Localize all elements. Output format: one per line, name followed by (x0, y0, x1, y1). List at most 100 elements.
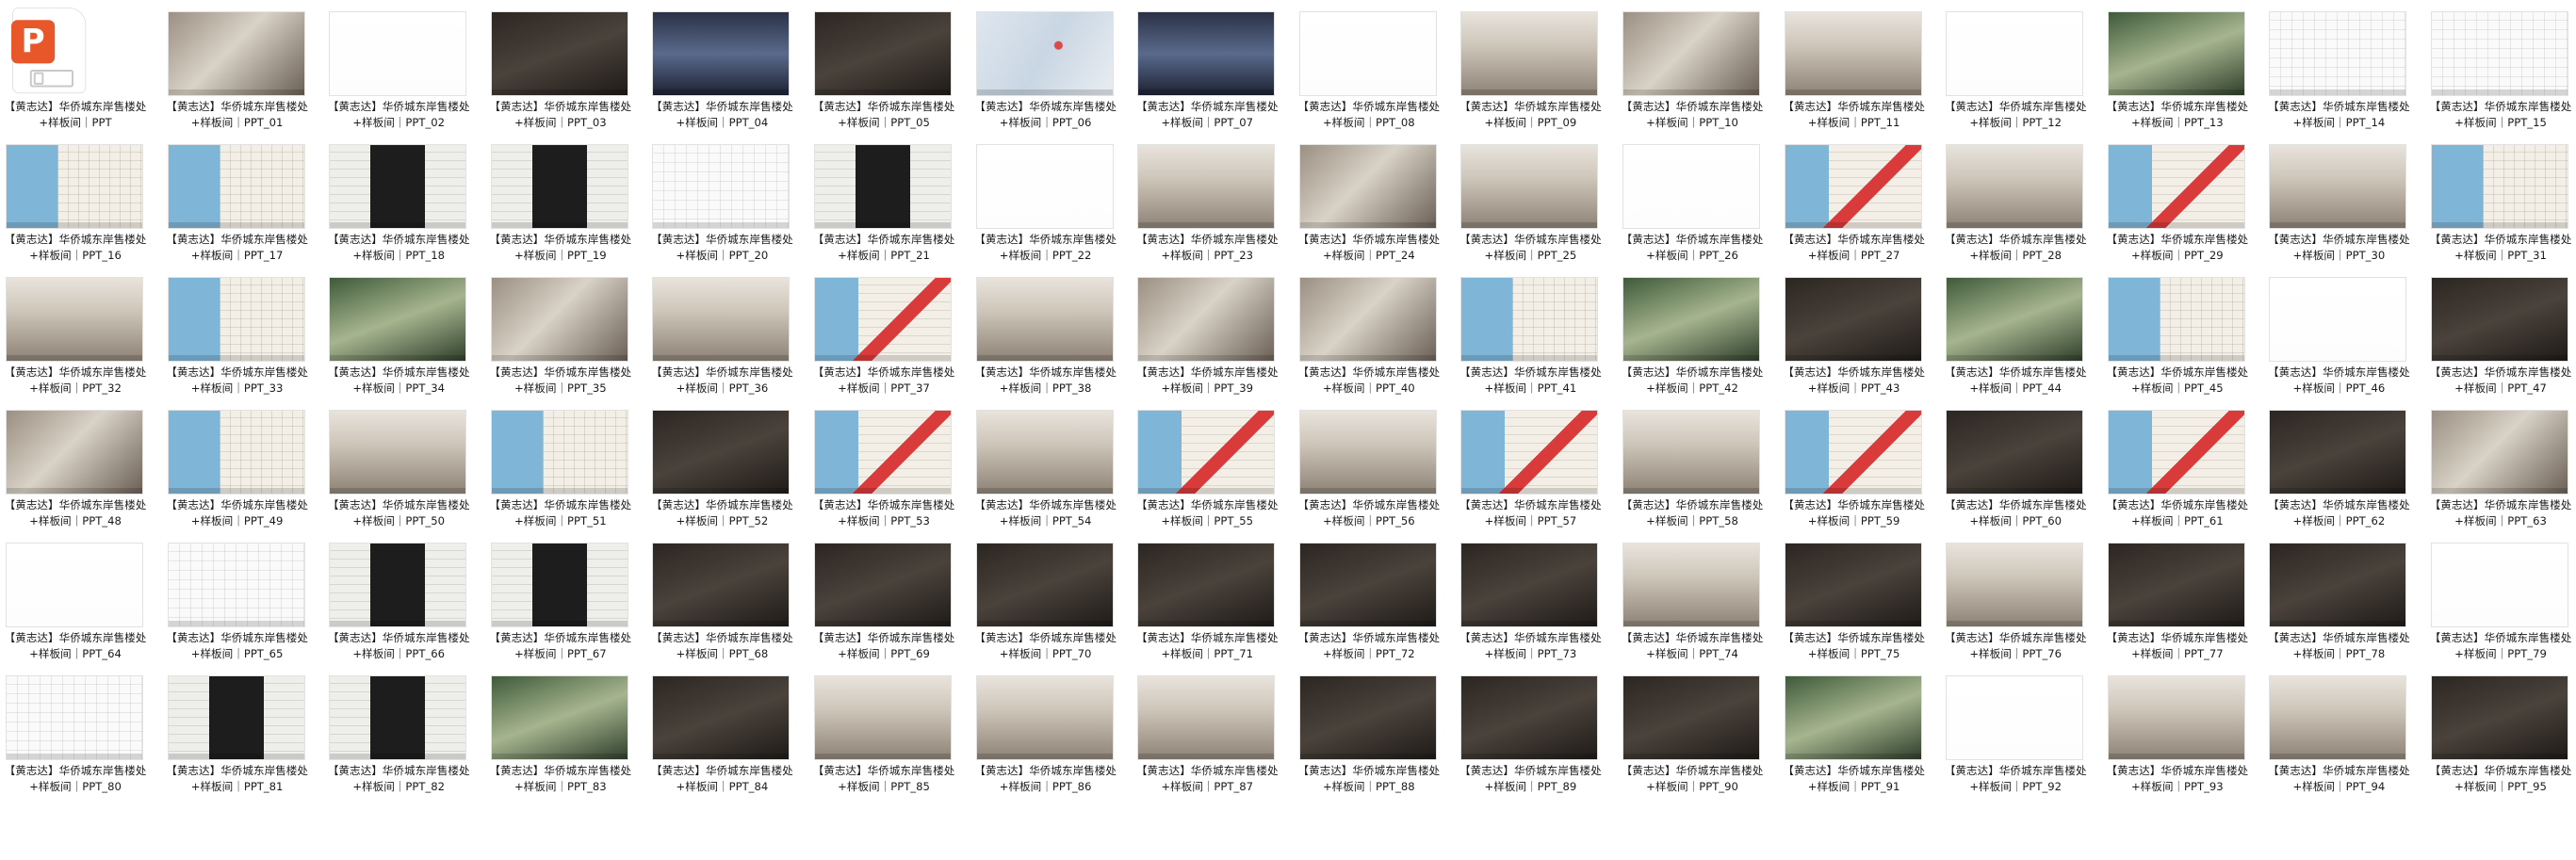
slide-thumbnail (1137, 11, 1276, 96)
file-item-slide[interactable]: 【黄志达】华侨城东岸售楼处+样板间｜PPT_94 (2265, 672, 2427, 804)
file-item-slide[interactable]: 【黄志达】华侨城东岸售楼处+样板间｜PPT_14 (2265, 8, 2427, 140)
file-item-slide[interactable]: 【黄志达】华侨城东岸售楼处+样板间｜PPT_79 (2427, 539, 2576, 672)
file-item-slide[interactable]: 【黄志达】华侨城东岸售楼处+样板间｜PPT_62 (2265, 406, 2427, 539)
file-item-slide[interactable]: 【黄志达】华侨城东岸售楼处+样板间｜PPT_60 (1942, 406, 2104, 539)
file-item-slide[interactable]: 【黄志达】华侨城东岸售楼处+样板间｜PPT_15 (2427, 8, 2576, 140)
file-item-slide[interactable]: 【黄志达】华侨城东岸售楼处+样板间｜PPT_81 (164, 672, 326, 804)
file-item-slide[interactable]: 【黄志达】华侨城东岸售楼处+样板间｜PPT_27 (1781, 140, 1943, 273)
file-item-slide[interactable]: 【黄志达】华侨城东岸售楼处+样板间｜PPT_36 (648, 273, 810, 406)
file-item-slide[interactable]: 【黄志达】华侨城东岸售楼处+样板间｜PPT_17 (164, 140, 326, 273)
file-item-slide[interactable]: 【黄志达】华侨城东岸售楼处+样板间｜PPT_95 (2427, 672, 2576, 804)
file-item-slide[interactable]: 【黄志达】华侨城东岸售楼处+样板间｜PPT_80 (2, 672, 164, 804)
file-item-slide[interactable]: 【黄志达】华侨城东岸售楼处+样板间｜PPT_83 (487, 672, 649, 804)
file-item-slide[interactable]: 【黄志达】华侨城东岸售楼处+样板间｜PPT_84 (648, 672, 810, 804)
file-item-slide[interactable]: 【黄志达】华侨城东岸售楼处+样板间｜PPT_82 (325, 672, 487, 804)
file-item-slide[interactable]: 【黄志达】华侨城东岸售楼处+样板间｜PPT_41 (1457, 273, 1619, 406)
file-item-slide[interactable]: 【黄志达】华侨城东岸售楼处+样板间｜PPT_89 (1457, 672, 1619, 804)
file-item-slide[interactable]: 【黄志达】华侨城东岸售楼处+样板间｜PPT_23 (1133, 140, 1296, 273)
slide-thumbnail (975, 144, 1114, 229)
file-item-slide[interactable]: 【黄志达】华侨城东岸售楼处+样板间｜PPT_66 (325, 539, 487, 672)
file-item-slide[interactable]: 【黄志达】华侨城东岸售楼处+样板间｜PPT_55 (1133, 406, 1296, 539)
file-item-slide[interactable]: 【黄志达】华侨城东岸售楼处+样板间｜PPT_20 (648, 140, 810, 273)
file-item-slide[interactable]: 【黄志达】华侨城东岸售楼处+样板间｜PPT_61 (2104, 406, 2266, 539)
file-item-slide[interactable]: 【黄志达】华侨城东岸售楼处+样板间｜PPT_59 (1781, 406, 1943, 539)
file-item-slide[interactable]: 【黄志达】华侨城东岸售楼处+样板间｜PPT_07 (1133, 8, 1296, 140)
file-item-slide[interactable]: 【黄志达】华侨城东岸售楼处+样板间｜PPT_71 (1133, 539, 1296, 672)
file-item-slide[interactable]: 【黄志达】华侨城东岸售楼处+样板间｜PPT_04 (648, 8, 810, 140)
file-item-slide[interactable]: 【黄志达】华侨城东岸售楼处+样板间｜PPT_48 (2, 406, 164, 539)
file-item-slide[interactable]: 【黄志达】华侨城东岸售楼处+样板间｜PPT_39 (1133, 273, 1296, 406)
file-item-slide[interactable]: 【黄志达】华侨城东岸售楼处+样板间｜PPT_90 (1619, 672, 1781, 804)
file-item-slide[interactable]: 【黄志达】华侨城东岸售楼处+样板间｜PPT_05 (810, 8, 972, 140)
file-item-slide[interactable]: 【黄志达】华侨城东岸售楼处+样板间｜PPT_01 (164, 8, 326, 140)
file-item-slide[interactable]: 【黄志达】华侨城东岸售楼处+样板间｜PPT_75 (1781, 539, 1943, 672)
file-item-slide[interactable]: 【黄志达】华侨城东岸售楼处+样板间｜PPT_35 (487, 273, 649, 406)
slide-thumbnail (652, 11, 791, 96)
file-item-slide[interactable]: 【黄志达】华侨城东岸售楼处+样板间｜PPT_73 (1457, 539, 1619, 672)
file-item-slide[interactable]: 【黄志达】华侨城东岸售楼处+样板间｜PPT_47 (2427, 273, 2576, 406)
file-item-slide[interactable]: 【黄志达】华侨城东岸售楼处+样板间｜PPT_43 (1781, 273, 1943, 406)
file-item-slide[interactable]: 【黄志达】华侨城东岸售楼处+样板间｜PPT_86 (972, 672, 1134, 804)
file-item-slide[interactable]: 【黄志达】华侨城东岸售楼处+样板间｜PPT_06 (972, 8, 1134, 140)
file-item-slide[interactable]: 【黄志达】华侨城东岸售楼处+样板间｜PPT_12 (1942, 8, 2104, 140)
file-item-slide[interactable]: 【黄志达】华侨城东岸售楼处+样板间｜PPT_50 (325, 406, 487, 539)
file-item-slide[interactable]: 【黄志达】华侨城东岸售楼处+样板间｜PPT_53 (810, 406, 972, 539)
file-item-slide[interactable]: 【黄志达】华侨城东岸售楼处+样板间｜PPT_72 (1296, 539, 1458, 672)
file-item-slide[interactable]: 【黄志达】华侨城东岸售楼处+样板间｜PPT_93 (2104, 672, 2266, 804)
file-item-slide[interactable]: 【黄志达】华侨城东岸售楼处+样板间｜PPT_78 (2265, 539, 2427, 672)
file-item-slide[interactable]: 【黄志达】华侨城东岸售楼处+样板间｜PPT_76 (1942, 539, 2104, 672)
file-item-slide[interactable]: 【黄志达】华侨城东岸售楼处+样板间｜PPT_30 (2265, 140, 2427, 273)
file-item-slide[interactable]: 【黄志达】华侨城东岸售楼处+样板间｜PPT_68 (648, 539, 810, 672)
file-item-slide[interactable]: 【黄志达】华侨城东岸售楼处+样板间｜PPT_65 (164, 539, 326, 672)
file-item-slide[interactable]: 【黄志达】华侨城东岸售楼处+样板间｜PPT_34 (325, 273, 487, 406)
file-item-slide[interactable]: 【黄志达】华侨城东岸售楼处+样板间｜PPT_40 (1296, 273, 1458, 406)
file-item-slide[interactable]: 【黄志达】华侨城东岸售楼处+样板间｜PPT_32 (2, 273, 164, 406)
file-item-slide[interactable]: 【黄志达】华侨城东岸售楼处+样板间｜PPT_03 (487, 8, 649, 140)
file-item-slide[interactable]: 【黄志达】华侨城东岸售楼处+样板间｜PPT_31 (2427, 140, 2576, 273)
file-item-slide[interactable]: 【黄志达】华侨城东岸售楼处+样板间｜PPT_70 (972, 539, 1134, 672)
file-item-slide[interactable]: 【黄志达】华侨城东岸售楼处+样板间｜PPT_88 (1296, 672, 1458, 804)
file-item-ppt[interactable]: P 【黄志达】华侨城东岸售楼处+样板间｜PPT (2, 8, 164, 140)
file-item-slide[interactable]: 【黄志达】华侨城东岸售楼处+样板间｜PPT_42 (1619, 273, 1781, 406)
file-item-slide[interactable]: 【黄志达】华侨城东岸售楼处+样板间｜PPT_18 (325, 140, 487, 273)
file-item-slide[interactable]: 【黄志达】华侨城东岸售楼处+样板间｜PPT_46 (2265, 273, 2427, 406)
file-item-slide[interactable]: 【黄志达】华侨城东岸售楼处+样板间｜PPT_52 (648, 406, 810, 539)
file-item-slide[interactable]: 【黄志达】华侨城东岸售楼处+样板间｜PPT_54 (972, 406, 1134, 539)
file-name-label: 【黄志达】华侨城东岸售楼处+样板间｜PPT_92 (1944, 764, 2087, 793)
file-item-slide[interactable]: 【黄志达】华侨城东岸售楼处+样板间｜PPT_37 (810, 273, 972, 406)
file-item-slide[interactable]: 【黄志达】华侨城东岸售楼处+样板间｜PPT_22 (972, 140, 1134, 273)
file-item-slide[interactable]: 【黄志达】华侨城东岸售楼处+样板间｜PPT_16 (2, 140, 164, 273)
file-item-slide[interactable]: 【黄志达】华侨城东岸售楼处+样板间｜PPT_51 (487, 406, 649, 539)
file-item-slide[interactable]: 【黄志达】华侨城东岸售楼处+样板间｜PPT_38 (972, 273, 1134, 406)
file-item-slide[interactable]: 【黄志达】华侨城东岸售楼处+样板间｜PPT_24 (1296, 140, 1458, 273)
file-item-slide[interactable]: 【黄志达】华侨城东岸售楼处+样板间｜PPT_02 (325, 8, 487, 140)
file-item-slide[interactable]: 【黄志达】华侨城东岸售楼处+样板间｜PPT_67 (487, 539, 649, 672)
file-item-slide[interactable]: 【黄志达】华侨城东岸售楼处+样板间｜PPT_91 (1781, 672, 1943, 804)
file-item-slide[interactable]: 【黄志达】华侨城东岸售楼处+样板间｜PPT_58 (1619, 406, 1781, 539)
file-item-slide[interactable]: 【黄志达】华侨城东岸售楼处+样板间｜PPT_56 (1296, 406, 1458, 539)
file-item-slide[interactable]: 【黄志达】华侨城东岸售楼处+样板间｜PPT_77 (2104, 539, 2266, 672)
file-item-slide[interactable]: 【黄志达】华侨城东岸售楼处+样板间｜PPT_63 (2427, 406, 2576, 539)
file-item-slide[interactable]: 【黄志达】华侨城东岸售楼处+样板间｜PPT_26 (1619, 140, 1781, 273)
file-item-slide[interactable]: 【黄志达】华侨城东岸售楼处+样板间｜PPT_57 (1457, 406, 1619, 539)
file-item-slide[interactable]: 【黄志达】华侨城东岸售楼处+样板间｜PPT_10 (1619, 8, 1781, 140)
file-item-slide[interactable]: 【黄志达】华侨城东岸售楼处+样板间｜PPT_64 (2, 539, 164, 672)
file-item-slide[interactable]: 【黄志达】华侨城东岸售楼处+样板间｜PPT_33 (164, 273, 326, 406)
file-item-slide[interactable]: 【黄志达】华侨城东岸售楼处+样板间｜PPT_28 (1942, 140, 2104, 273)
file-item-slide[interactable]: 【黄志达】华侨城东岸售楼处+样板间｜PPT_29 (2104, 140, 2266, 273)
file-item-slide[interactable]: 【黄志达】华侨城东岸售楼处+样板间｜PPT_09 (1457, 8, 1619, 140)
file-item-slide[interactable]: 【黄志达】华侨城东岸售楼处+样板间｜PPT_45 (2104, 273, 2266, 406)
file-item-slide[interactable]: 【黄志达】华侨城东岸售楼处+样板间｜PPT_13 (2104, 8, 2266, 140)
file-item-slide[interactable]: 【黄志达】华侨城东岸售楼处+样板间｜PPT_44 (1942, 273, 2104, 406)
file-item-slide[interactable]: 【黄志达】华侨城东岸售楼处+样板间｜PPT_25 (1457, 140, 1619, 273)
file-item-slide[interactable]: 【黄志达】华侨城东岸售楼处+样板间｜PPT_08 (1296, 8, 1458, 140)
file-item-slide[interactable]: 【黄志达】华侨城东岸售楼处+样板间｜PPT_19 (487, 140, 649, 273)
file-item-slide[interactable]: 【黄志达】华侨城东岸售楼处+样板间｜PPT_92 (1942, 672, 2104, 804)
file-item-slide[interactable]: 【黄志达】华侨城东岸售楼处+样板间｜PPT_11 (1781, 8, 1943, 140)
file-item-slide[interactable]: 【黄志达】华侨城东岸售楼处+样板间｜PPT_49 (164, 406, 326, 539)
file-item-slide[interactable]: 【黄志达】华侨城东岸售楼处+样板间｜PPT_87 (1133, 672, 1296, 804)
file-item-slide[interactable]: 【黄志达】华侨城东岸售楼处+样板间｜PPT_69 (810, 539, 972, 672)
file-item-slide[interactable]: 【黄志达】华侨城东岸售楼处+样板间｜PPT_85 (810, 672, 972, 804)
file-item-slide[interactable]: 【黄志达】华侨城东岸售楼处+样板间｜PPT_74 (1619, 539, 1781, 672)
file-item-slide[interactable]: 【黄志达】华侨城东岸售楼处+样板间｜PPT_21 (810, 140, 972, 273)
